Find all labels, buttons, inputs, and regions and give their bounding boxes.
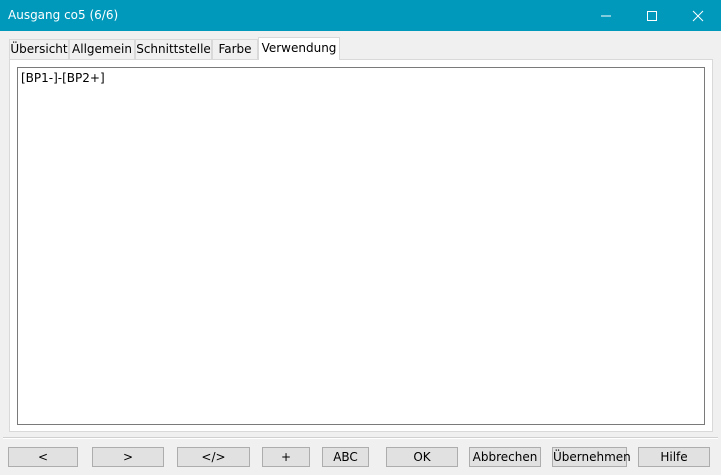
ok-button[interactable]: OK	[386, 447, 458, 467]
minimize-icon	[601, 15, 611, 17]
apply-button[interactable]: Übernehmen	[552, 447, 631, 467]
tab-allgemein[interactable]: Allgemein	[69, 39, 135, 59]
tab-schnittstelle[interactable]: Schnittstelle	[135, 39, 212, 59]
title-bar[interactable]: Ausgang co5 (6/6)	[0, 0, 721, 31]
usage-textarea[interactable]: [BP1-]-[BP2+]	[17, 67, 705, 425]
maximize-icon	[647, 11, 657, 21]
minimize-button[interactable]	[583, 0, 629, 31]
window-title: Ausgang co5 (6/6)	[8, 8, 119, 22]
add-button[interactable]: +	[262, 447, 310, 467]
footer-separator	[3, 437, 718, 439]
maximize-button[interactable]	[629, 0, 675, 31]
tab-verwendung[interactable]: Verwendung	[258, 37, 340, 60]
close-icon	[692, 10, 704, 22]
cancel-button[interactable]: Abbrechen	[469, 447, 541, 467]
help-button[interactable]: Hilfe	[638, 447, 710, 467]
tab-farbe[interactable]: Farbe	[212, 39, 258, 59]
previous-button[interactable]: <	[8, 447, 78, 467]
code-button[interactable]: </>	[177, 447, 250, 467]
close-button[interactable]	[675, 0, 721, 31]
abc-button[interactable]: ABC	[322, 447, 369, 467]
tab-panel-verwendung: [BP1-]-[BP2+]	[9, 59, 713, 432]
tab-uebersicht[interactable]: Übersicht	[9, 39, 69, 59]
next-button[interactable]: >	[92, 447, 164, 467]
